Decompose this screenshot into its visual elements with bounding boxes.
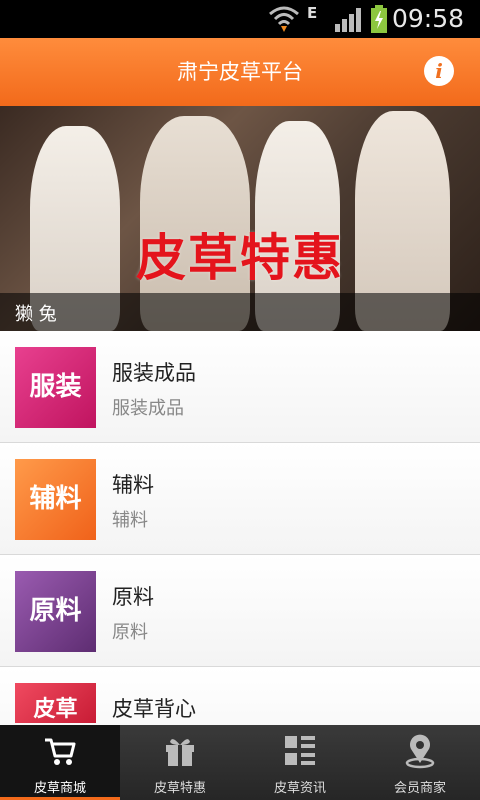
tab-label: 皮草特惠 [153, 781, 206, 796]
item-title: 原料 [112, 585, 154, 609]
category-thumbnail: 皮草 [15, 683, 96, 723]
item-subtitle: 服装成品 [112, 398, 184, 419]
status-time: 09:58 [391, 4, 464, 33]
thumbnail-text: 原料 [29, 596, 82, 626]
item-title: 服装成品 [112, 361, 196, 385]
tab-label: 皮草商城 [33, 781, 86, 796]
network-type: E [307, 4, 318, 22]
signal-icon [335, 8, 361, 32]
thumbnail-text: 辅料 [29, 484, 82, 514]
item-subtitle: 辅料 [112, 510, 148, 531]
cart-icon [45, 738, 76, 765]
banner-caption: 獭 兔 [15, 304, 57, 325]
tab-members[interactable]: 会员商家 [360, 725, 480, 800]
banner-promo-text: 皮草特惠 [136, 229, 344, 287]
category-list: 服装 服装成品 服装成品 辅料 辅料 辅料 原料 原料 原料 皮草 皮草背心 [0, 331, 480, 779]
page-title: 肃宁皮草平台 [177, 60, 303, 84]
info-icon[interactable]: i [424, 56, 454, 86]
category-thumbnail: 原料 [15, 571, 96, 652]
category-thumbnail: 服装 [15, 347, 96, 428]
tab-label: 皮草资讯 [273, 781, 326, 796]
gift-icon [166, 739, 194, 766]
item-title: 辅料 [112, 473, 154, 497]
thumbnail-text: 服装 [29, 372, 82, 402]
list-item[interactable]: 服装 服装成品 服装成品 [0, 331, 480, 443]
app-header: 肃宁皮草平台 i [0, 38, 480, 106]
tab-label: 会员商家 [393, 781, 446, 796]
battery-icon [371, 5, 387, 33]
category-thumbnail: 辅料 [15, 459, 96, 540]
item-subtitle: 原料 [112, 622, 148, 643]
location-pin-icon [405, 734, 435, 769]
promo-banner[interactable]: 皮草特惠 獭 兔 [0, 106, 480, 331]
wifi-icon [269, 6, 299, 32]
item-title: 皮草背心 [112, 697, 196, 721]
list-item[interactable]: 原料 原料 原料 [0, 555, 480, 667]
list-item[interactable]: 辅料 辅料 辅料 [0, 443, 480, 555]
tab-mall[interactable]: 皮草商城 [0, 725, 120, 800]
tab-news[interactable]: 皮草资讯 [240, 725, 360, 800]
bottom-nav: 皮草商城 皮草特惠 皮草资讯 会员商家 [0, 725, 480, 800]
status-bar: E 09:58 [0, 0, 480, 38]
thumbnail-text: 皮草 [33, 697, 78, 722]
banner-caption-bar: 獭 兔 [0, 293, 480, 331]
grid-list-icon [285, 736, 315, 765]
tab-deals[interactable]: 皮草特惠 [120, 725, 240, 800]
